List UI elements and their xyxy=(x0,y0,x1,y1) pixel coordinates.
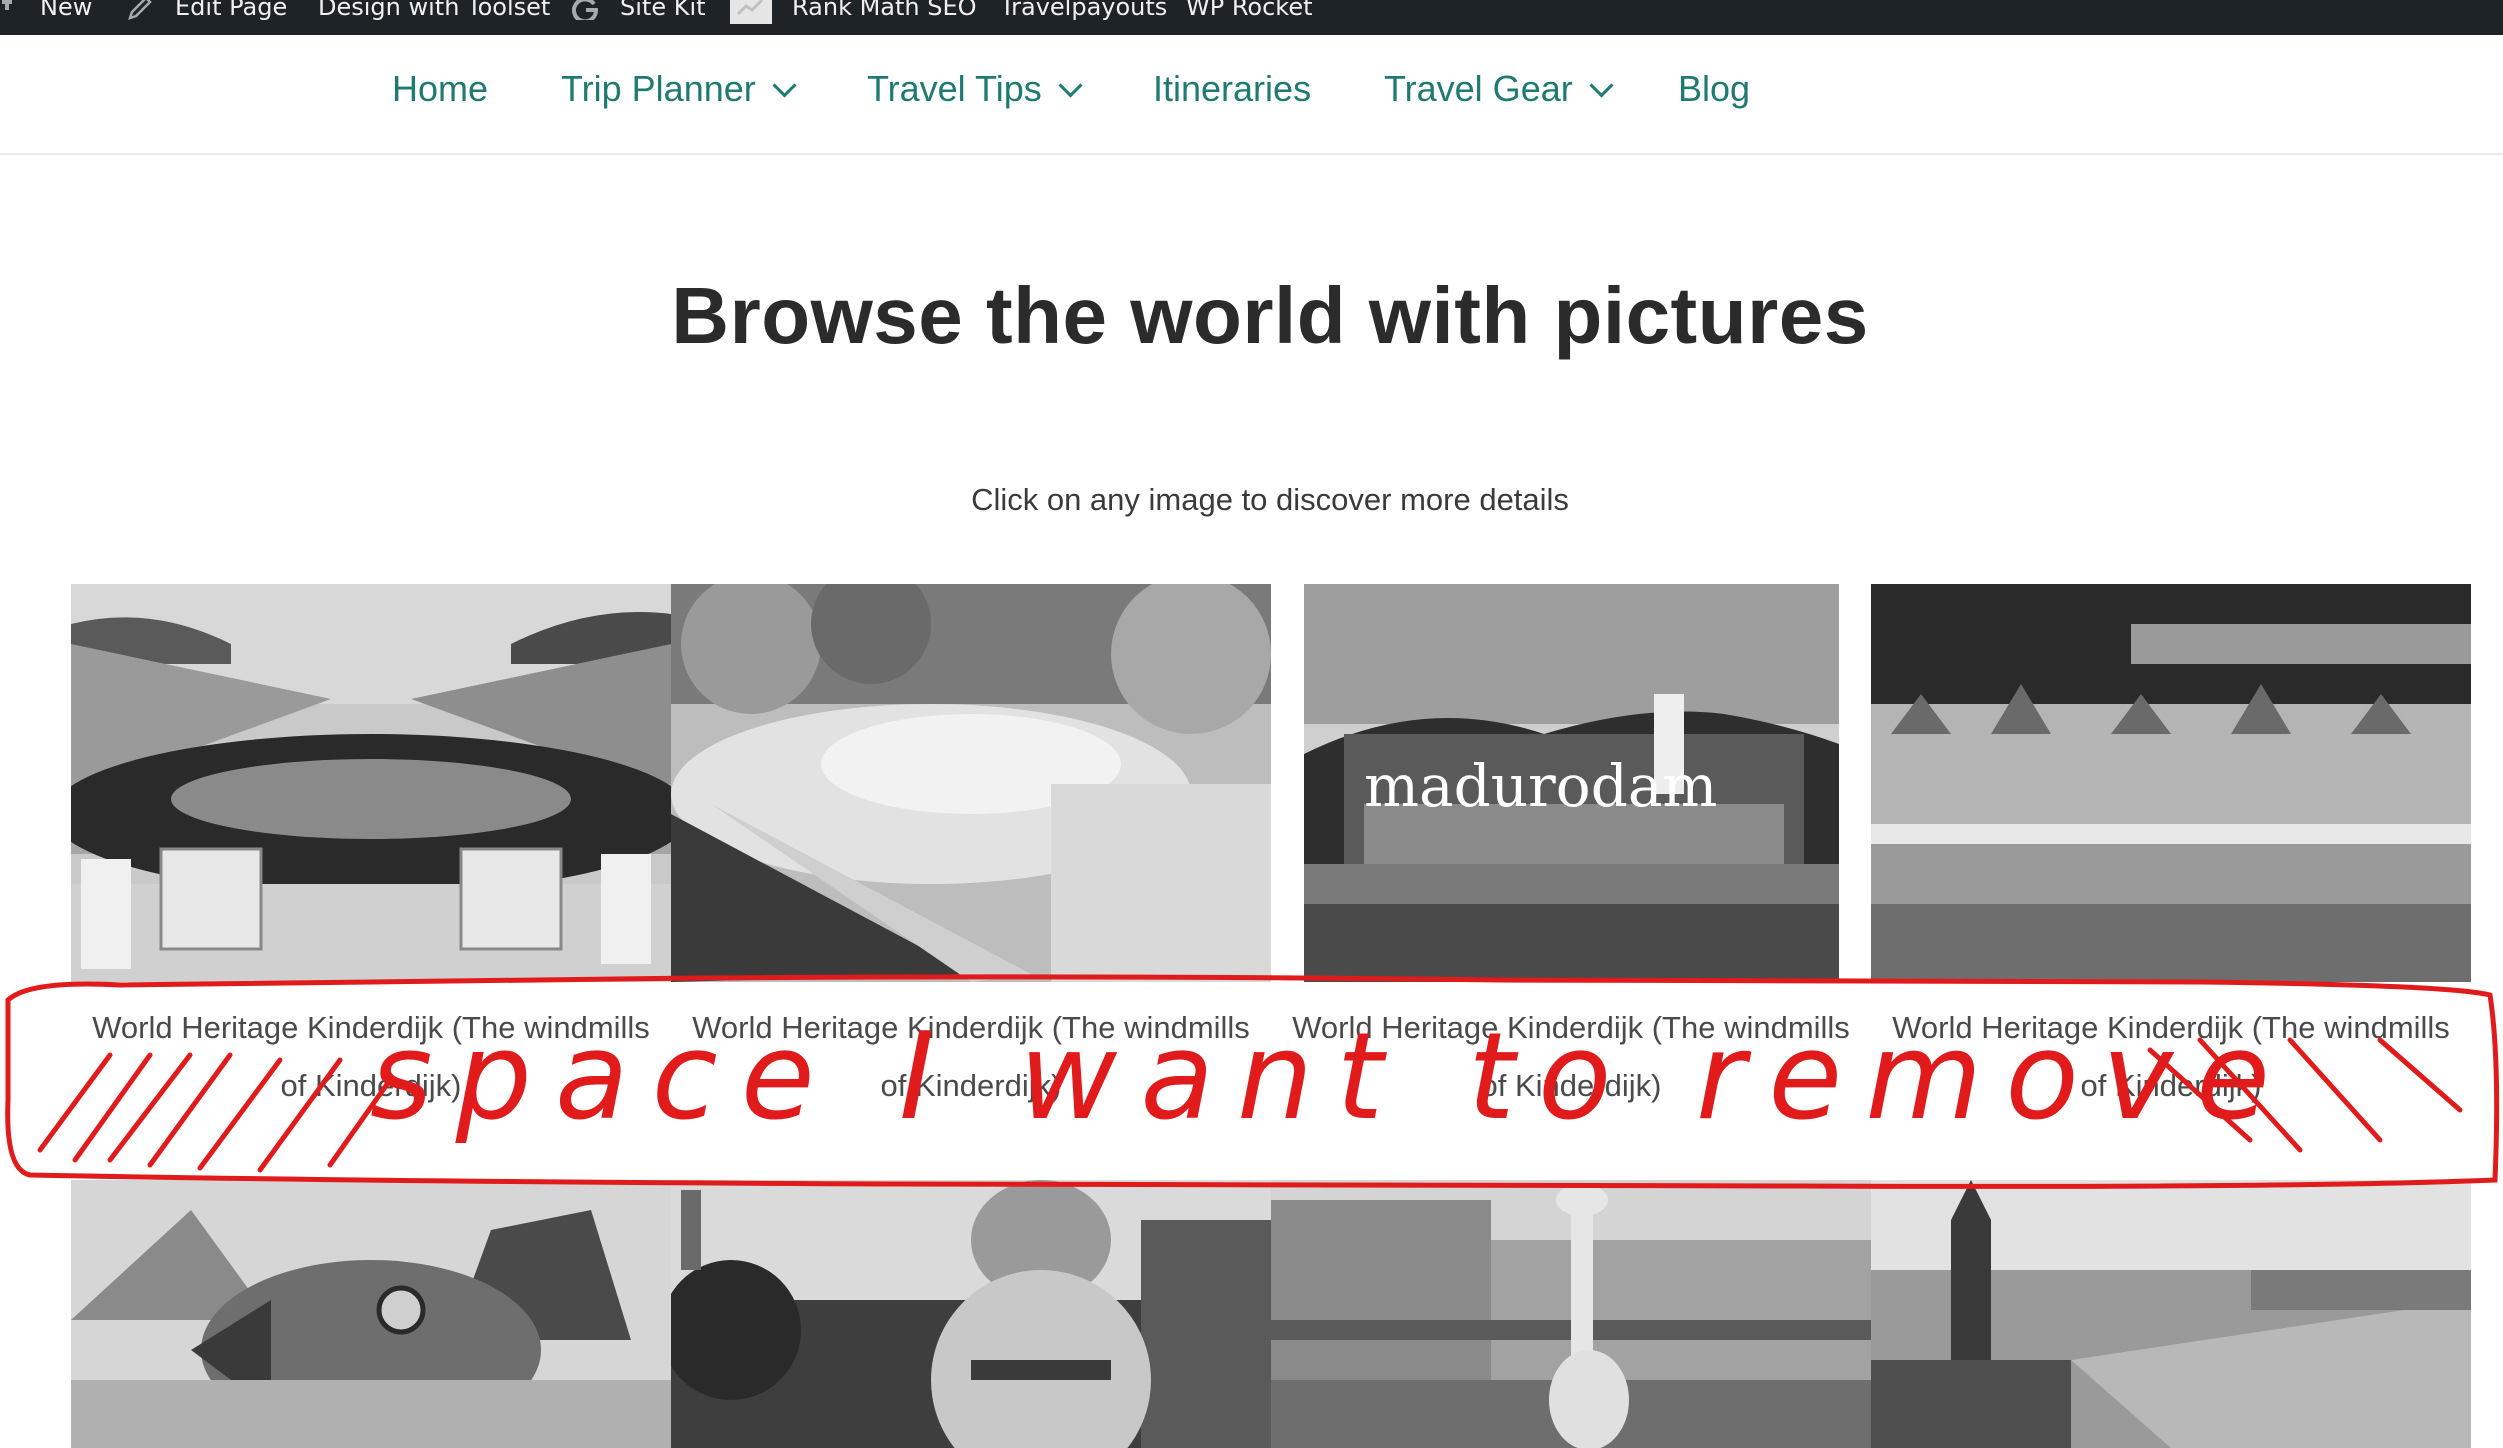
gallery-image-harbor-city[interactable] xyxy=(1871,1180,2471,1448)
chevron-down-icon xyxy=(772,73,797,98)
admin-rank-math-link[interactable]: Rank Math SEO xyxy=(792,0,977,24)
nav-item-label: Travel Tips xyxy=(867,68,1042,109)
gallery-image-madurodam[interactable]: madurodam xyxy=(1304,584,1839,982)
caption-line: of Kinderdijk) xyxy=(280,1068,462,1103)
nav-item-itineraries[interactable]: Itineraries xyxy=(1153,68,1311,110)
nav-item-label: Home xyxy=(392,68,489,109)
admin-travelpayouts-link[interactable]: Travelpayouts xyxy=(1000,0,1167,24)
gallery-caption[interactable]: World Heritage Kinderdijk (The windmills… xyxy=(1871,999,2471,1115)
pencil-icon[interactable] xyxy=(128,0,156,25)
nav-item-label: Itineraries xyxy=(1153,68,1312,109)
madurodam-sign-text: madurodam xyxy=(1364,752,1717,820)
gallery-image-inflatable-figure[interactable] xyxy=(671,1180,1271,1448)
nav-item-label: Blog xyxy=(1678,68,1751,109)
nav-item-label: Travel Gear xyxy=(1384,68,1573,109)
caption-line: World Heritage Kinderdijk (The windmills xyxy=(1292,1010,1850,1045)
admin-wp-rocket-link[interactable]: WP Rocket xyxy=(1186,0,1313,24)
admin-site-kit-link[interactable]: Site Kit xyxy=(620,0,706,24)
caption-line: of Kinderdijk) xyxy=(2080,1068,2262,1103)
rank-math-icon[interactable] xyxy=(730,0,772,29)
nav-item-trip-planner[interactable]: Trip Planner xyxy=(561,68,797,110)
caption-line: World Heritage Kinderdijk (The windmills xyxy=(92,1010,650,1045)
main-navigation: Home Trip Planner Travel Tips Itinerarie… xyxy=(0,35,2503,155)
plus-icon[interactable] xyxy=(2,0,16,29)
gallery-caption[interactable]: World Heritage Kinderdijk (The windmills… xyxy=(1271,999,1871,1115)
wp-admin-bar: New Edit Page Design with Toolset Site K… xyxy=(0,0,2503,35)
caption-line: of Kinderdijk) xyxy=(880,1068,1062,1103)
caption-line: World Heritage Kinderdijk (The windmills xyxy=(1892,1010,2450,1045)
admin-new-link[interactable]: New xyxy=(40,0,92,24)
gallery-caption[interactable]: World Heritage Kinderdijk (The windmills… xyxy=(671,999,1271,1115)
google-g-icon[interactable] xyxy=(572,0,602,25)
page-title: Browse the world with pictures xyxy=(671,271,1869,360)
gallery-image-garden-canal[interactable] xyxy=(671,584,1271,982)
gallery-image-seaside-villas[interactable] xyxy=(1871,584,2471,982)
gallery-image-stadium[interactable] xyxy=(71,584,671,982)
nav-item-label: Trip Planner xyxy=(561,68,756,109)
admin-edit-page-link[interactable]: Edit Page xyxy=(175,0,287,24)
nav-item-home[interactable]: Home xyxy=(392,68,488,110)
caption-line: World Heritage Kinderdijk (The windmills xyxy=(692,1010,1250,1045)
caption-line: of Kinderdijk) xyxy=(1480,1068,1662,1103)
nav-item-travel-tips[interactable]: Travel Tips xyxy=(867,68,1083,110)
nav-item-blog[interactable]: Blog xyxy=(1678,68,1750,110)
chevron-down-icon xyxy=(1589,73,1614,98)
nav-item-travel-gear[interactable]: Travel Gear xyxy=(1384,68,1614,110)
gallery-caption[interactable]: World Heritage Kinderdijk (The windmills… xyxy=(71,999,671,1115)
chevron-down-icon xyxy=(1058,73,1083,98)
gallery-image-giraffe-sculpture[interactable] xyxy=(1271,1180,1871,1448)
gallery-image-fish-sculpture[interactable] xyxy=(71,1180,671,1448)
admin-toolset-link[interactable]: Design with Toolset xyxy=(318,0,550,24)
page-subtitle: Click on any image to discover more deta… xyxy=(971,482,1569,517)
